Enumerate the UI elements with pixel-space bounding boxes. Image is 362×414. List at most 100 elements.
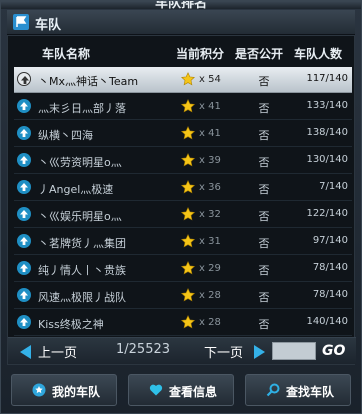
up-arrow-icon	[17, 261, 31, 275]
team-public: 否	[258, 156, 270, 169]
star-icon	[181, 234, 195, 248]
team-member-count: 130/140	[306, 154, 348, 165]
team-member-count: 133/140	[306, 100, 348, 111]
team-score: x 29	[199, 263, 221, 274]
star-circle-icon	[32, 383, 46, 397]
column-header-count: 车队人数	[294, 47, 343, 61]
table-row[interactable]: 灬末彡日灬部丿落 x 41 否 133/140	[14, 94, 352, 120]
star-icon	[181, 180, 195, 194]
column-header-name: 车队名称	[42, 47, 91, 61]
table-row[interactable]: 丶Mx灬神话丶Team x 54 否 117/140	[14, 67, 352, 93]
team-name: 纵横丶四海	[38, 129, 93, 142]
up-arrow-icon	[17, 315, 31, 329]
up-arrow-icon	[17, 153, 31, 167]
window-title-bar: 车队排名	[1, 1, 361, 9]
left-arrow-icon	[20, 345, 31, 359]
column-header-score: 当前积分	[176, 47, 225, 61]
team-member-count: 78/140	[312, 262, 348, 273]
footer-actions: 我的车队 查看信息 查找车队	[7, 371, 355, 409]
team-name: 丶茗牌货丿灬集团	[38, 237, 126, 250]
team-public: 否	[258, 75, 270, 88]
view-info-label: 查看信息	[169, 385, 218, 399]
team-member-count: 122/140	[306, 208, 348, 219]
team-name: 丶巛娱乐明星o灬	[38, 210, 122, 223]
team-public: 否	[258, 291, 270, 304]
team-score: x 41	[199, 128, 221, 139]
next-page-label: 下一页	[204, 346, 244, 361]
table-row[interactable]: 丿Angel灬极速 x 36 否 7/140	[14, 175, 352, 201]
table-row[interactable]: 纵横丶四海 x 41 否 138/140	[14, 121, 352, 147]
find-team-label: 查找车队	[286, 385, 335, 399]
team-member-count: 117/140	[306, 73, 348, 84]
star-icon	[181, 153, 195, 167]
team-ranking-window: 车队排名 车队 车队名称 当前积分 是否公开 车队人数 丶Mx灬神话丶Team x…	[0, 0, 362, 414]
column-header-public: 是否公开	[235, 47, 284, 61]
team-public: 否	[258, 264, 270, 277]
team-name: 丿Angel灬极速	[38, 183, 114, 196]
team-public: 否	[258, 318, 270, 331]
team-name: Kiss终极之神	[38, 318, 104, 331]
team-score: x 41	[199, 101, 221, 112]
team-score: x 28	[199, 317, 221, 328]
star-icon	[181, 261, 195, 275]
table-row[interactable]: Kiss终极之神 x 28 否 140/140	[14, 310, 352, 336]
page-indicator: 1/25523	[116, 342, 171, 357]
my-team-button[interactable]: 我的车队	[11, 374, 117, 406]
page-number-input[interactable]	[272, 342, 316, 360]
team-member-count: 78/140	[312, 289, 348, 300]
next-page-button[interactable]: 下一页	[204, 342, 274, 361]
team-public: 否	[258, 210, 270, 223]
team-public: 否	[258, 183, 270, 196]
up-arrow-icon	[17, 126, 31, 140]
star-icon	[181, 315, 195, 329]
find-team-button[interactable]: 查找车队	[245, 374, 351, 406]
team-member-count: 138/140	[306, 127, 348, 138]
table-row[interactable]: 丶巛劳资明星o灬 x 39 否 130/140	[14, 148, 352, 174]
star-icon	[181, 207, 195, 221]
heart-icon	[149, 384, 163, 396]
table-row[interactable]: 风速灬极限丿战队 x 28 否 78/140	[14, 283, 352, 309]
pagination-bar: 上一页 1/25523 下一页 GO	[8, 337, 356, 364]
right-arrow-icon	[254, 345, 265, 359]
window-title: 车队排名	[154, 1, 207, 9]
team-member-count: 140/140	[306, 316, 348, 327]
team-member-count: 97/140	[312, 235, 348, 246]
star-icon	[181, 126, 195, 140]
prev-page-label: 上一页	[38, 346, 78, 361]
star-icon	[181, 72, 195, 86]
team-public: 否	[258, 129, 270, 142]
table-row[interactable]: 丶巛娱乐明星o灬 x 32 否 122/140	[14, 202, 352, 228]
up-arrow-icon	[17, 234, 31, 248]
team-name: 丶Mx灬神话丶Team	[38, 75, 139, 88]
team-name: 纯丿情人丨丶贵族	[38, 264, 126, 277]
selected-up-arrow-icon	[17, 72, 31, 86]
star-icon	[181, 99, 195, 113]
table-row[interactable]: 纯丿情人丨丶贵族 x 29 否 78/140	[14, 256, 352, 282]
team-name: 风速灬极限丿战队	[38, 291, 126, 304]
search-icon	[266, 383, 280, 397]
up-arrow-icon	[17, 288, 31, 302]
team-name: 丶巛劳资明星o灬	[38, 156, 122, 169]
team-member-count: 7/140	[319, 181, 348, 192]
team-score: x 54	[199, 74, 221, 85]
team-score: x 36	[199, 182, 221, 193]
star-icon	[181, 288, 195, 302]
up-arrow-icon	[17, 99, 31, 113]
column-header-row: 车队名称 当前积分 是否公开 车队人数	[8, 36, 354, 66]
team-flag-icon	[13, 14, 29, 30]
table-row[interactable]: 丶茗牌货丿灬集团 x 31 否 97/140	[14, 229, 352, 255]
team-score: x 31	[199, 236, 221, 247]
view-info-button[interactable]: 查看信息	[128, 374, 234, 406]
team-score: x 32	[199, 209, 221, 220]
team-public: 否	[258, 237, 270, 250]
panel-title: 车队	[35, 18, 62, 33]
team-name: 灬末彡日灬部丿落	[38, 102, 126, 115]
team-score: x 39	[199, 155, 221, 166]
team-list-panel: 车队名称 当前积分 是否公开 车队人数 丶Mx灬神话丶Team x 54 否 117/…	[7, 35, 356, 365]
go-button[interactable]: GO	[322, 343, 345, 359]
team-public: 否	[258, 102, 270, 115]
my-team-label: 我的车队	[52, 385, 101, 399]
up-arrow-icon	[17, 180, 31, 194]
up-arrow-icon	[17, 207, 31, 221]
panel-header: 车队	[7, 10, 355, 35]
